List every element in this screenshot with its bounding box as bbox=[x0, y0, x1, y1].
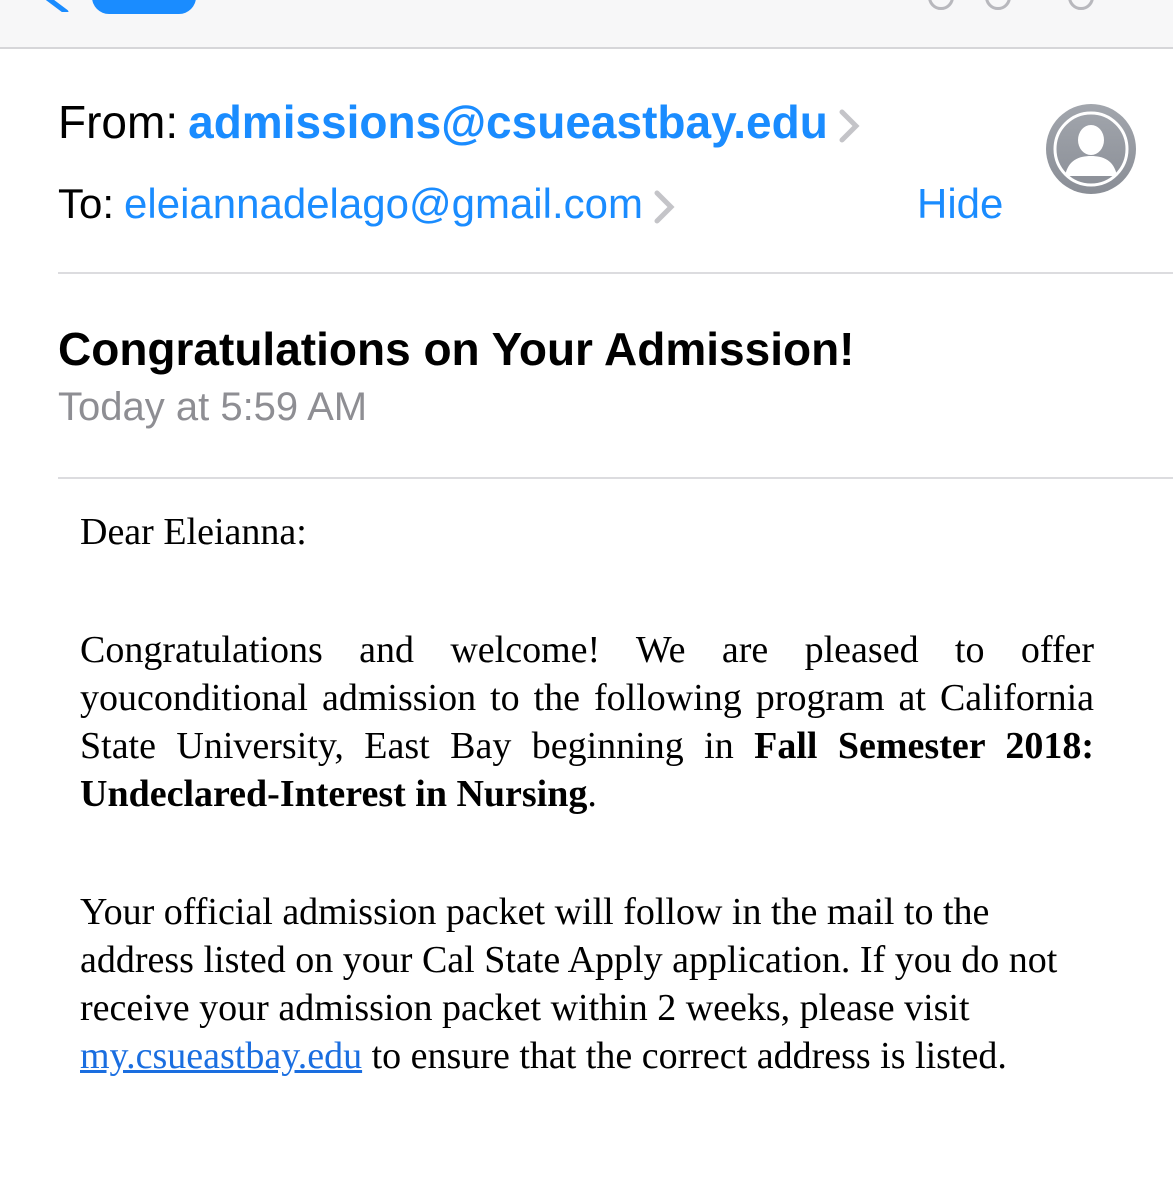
toolbar-icon[interactable] bbox=[1068, 0, 1094, 10]
paragraph-text: Your official admission packet will foll… bbox=[80, 891, 1058, 1029]
chevron-right-icon[interactable] bbox=[653, 189, 675, 225]
greeting: Dear Eleianna: bbox=[80, 511, 307, 553]
chevron-right-icon[interactable] bbox=[838, 108, 860, 144]
person-silhouette-icon bbox=[1053, 111, 1129, 187]
navigation-bar bbox=[0, 0, 1173, 49]
toolbar-icon[interactable] bbox=[985, 0, 1011, 10]
from-label: From: bbox=[58, 96, 179, 148]
sender-avatar[interactable] bbox=[1046, 104, 1136, 194]
header-divider bbox=[58, 272, 1173, 274]
email-subject: Congratulations on Your Admission! bbox=[58, 323, 855, 375]
back-chevron-icon[interactable] bbox=[44, 0, 70, 12]
from-row: From: admissions@csueastbay.edu bbox=[58, 96, 860, 148]
body-paragraph: Congratulations and welcome! We are plea… bbox=[80, 626, 1094, 818]
subject-divider bbox=[58, 477, 1173, 479]
toolbar-icon[interactable] bbox=[928, 0, 954, 10]
email-date: Today at 5:59 AM bbox=[58, 385, 368, 429]
back-button[interactable] bbox=[92, 0, 196, 14]
to-row: To: eleiannadelago@gmail.com bbox=[58, 178, 675, 230]
hide-details-link[interactable]: Hide bbox=[917, 178, 1003, 230]
paragraph-text: to ensure that the correct address is li… bbox=[362, 1035, 1007, 1077]
portal-link[interactable]: my.csueastbay.edu bbox=[80, 1035, 362, 1077]
sender-address[interactable]: admissions@csueastbay.edu bbox=[188, 96, 828, 148]
email-body: Dear Eleianna: Congratulations and welco… bbox=[80, 508, 1094, 1080]
recipient-address[interactable]: eleiannadelago@gmail.com bbox=[124, 180, 643, 227]
to-label: To: bbox=[58, 180, 115, 227]
body-paragraph: Your official admission packet will foll… bbox=[80, 888, 1094, 1080]
paragraph-text: . bbox=[587, 773, 597, 815]
